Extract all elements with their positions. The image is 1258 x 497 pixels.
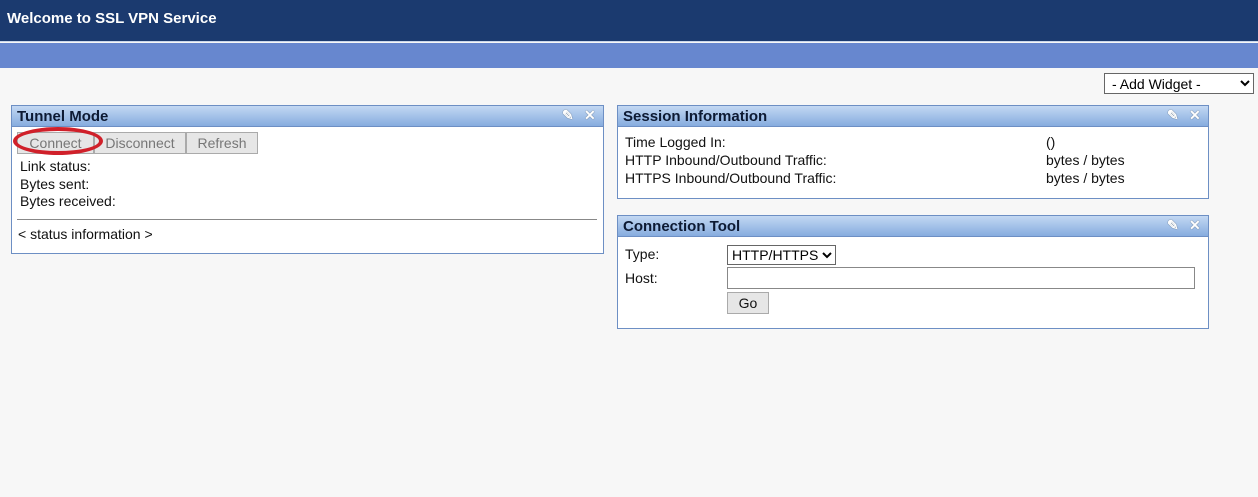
connection-tool-panel: Connection Tool ✎ ✕ Type: HTTP/HTTPS Hos…	[617, 215, 1209, 329]
panel-title: Tunnel Mode	[17, 108, 109, 125]
close-icon[interactable]: ✕	[1189, 217, 1201, 234]
session-value: bytes / bytes	[1046, 170, 1125, 186]
highlight-circle	[13, 127, 103, 155]
divider	[17, 219, 597, 220]
close-icon[interactable]: ✕	[584, 107, 596, 124]
link-status-label: Link status:	[20, 158, 91, 174]
panel-title: Session Information	[623, 108, 768, 125]
status-information: < status information >	[18, 226, 153, 242]
session-label: HTTPS Inbound/Outbound Traffic:	[625, 170, 837, 186]
type-select[interactable]: HTTP/HTTPS	[727, 245, 836, 265]
bytes-received-label: Bytes received:	[20, 193, 116, 209]
panel-title: Connection Tool	[623, 218, 741, 235]
edit-icon[interactable]: ✎	[1167, 217, 1179, 234]
add-widget-select[interactable]: - Add Widget -	[1104, 73, 1254, 94]
type-label: Type:	[625, 246, 660, 262]
close-icon[interactable]: ✕	[1189, 107, 1201, 124]
edit-icon[interactable]: ✎	[562, 107, 574, 124]
session-label: HTTP Inbound/Outbound Traffic:	[625, 152, 827, 168]
refresh-button[interactable]: Refresh	[186, 132, 258, 154]
session-information-panel: Session Information ✎ ✕ Time Logged In: …	[617, 105, 1209, 199]
top-bar: Welcome to SSL VPN Service	[0, 0, 1258, 42]
session-value: bytes / bytes	[1046, 152, 1125, 168]
session-label: Time Logged In:	[625, 134, 726, 150]
host-input[interactable]	[727, 267, 1195, 289]
edit-icon[interactable]: ✎	[1167, 107, 1179, 124]
go-button[interactable]: Go	[727, 292, 769, 314]
tunnel-mode-panel: Tunnel Mode ✎ ✕ Connect Disconnect Refre…	[11, 105, 604, 254]
bytes-sent-label: Bytes sent:	[20, 176, 90, 192]
nav-band	[0, 43, 1258, 68]
host-label: Host:	[625, 270, 658, 286]
disconnect-button[interactable]: Disconnect	[94, 132, 186, 154]
session-value: ()	[1046, 134, 1056, 150]
app-title: Welcome to SSL VPN Service	[7, 10, 217, 27]
